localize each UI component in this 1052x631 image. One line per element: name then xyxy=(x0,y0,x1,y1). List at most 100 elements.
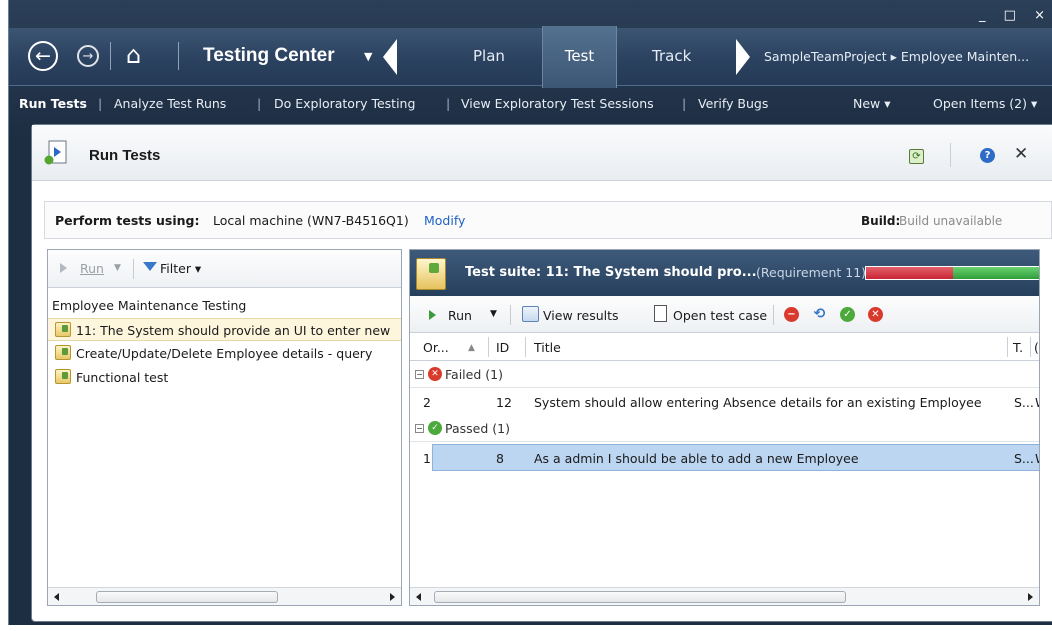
scroll-thumb[interactable] xyxy=(434,591,846,603)
reset-test-icon[interactable]: ⟲ xyxy=(812,307,827,322)
window-controls[interactable]: _ □ × xyxy=(979,8,1052,23)
subnav-analyze-test-runs[interactable]: Analyze Test Runs xyxy=(114,96,226,111)
view-results-icon[interactable] xyxy=(522,306,539,322)
toolbar-divider xyxy=(510,305,511,325)
testing-center-window: _ □ × ← → ⌂ Testing Center ▼ Plan Test T… xyxy=(8,0,1052,625)
tree-root[interactable]: Employee Maintenance Testing xyxy=(48,294,401,317)
run-dropdown-icon[interactable]: ▼ xyxy=(490,309,497,319)
right-toolbar: Run ▼ View results Open test case − ⟲ ✓ … xyxy=(410,296,1039,333)
subnav-view-exploratory-sessions[interactable]: View Exploratory Test Sessions xyxy=(461,96,654,111)
column-order[interactable]: Or... xyxy=(423,340,449,355)
filter-icon[interactable] xyxy=(143,262,157,271)
tab-track[interactable]: Track xyxy=(652,47,691,65)
query-suite-icon xyxy=(55,345,71,360)
app-dropdown-icon[interactable]: ▼ xyxy=(364,50,372,63)
cell-type: S... xyxy=(1014,395,1034,410)
subnav-verify-bugs[interactable]: Verify Bugs xyxy=(698,96,768,111)
run-tests-panel: Run Tests ⟳ ? ✕ Perform tests using: Loc… xyxy=(31,124,1052,622)
tree-item[interactable]: Functional test xyxy=(48,366,401,389)
subnav-do-exploratory-testing[interactable]: Do Exploratory Testing xyxy=(274,96,415,111)
failed-icon: ✕ xyxy=(428,367,442,381)
column-divider xyxy=(1030,337,1031,357)
table-row[interactable]: 2 12 System should allow entering Absenc… xyxy=(410,389,1039,416)
build-value: Build unavailable xyxy=(899,214,1003,228)
nav-right-arrow-icon[interactable] xyxy=(736,39,750,75)
new-menu[interactable]: New ▾ xyxy=(853,96,891,111)
scroll-left-icon[interactable] xyxy=(54,593,59,601)
view-results-button[interactable]: View results xyxy=(543,308,619,323)
build-label: Build: xyxy=(861,214,901,228)
cell-c: W xyxy=(1035,395,1039,410)
scroll-thumb[interactable] xyxy=(96,591,278,603)
app-name[interactable]: Testing Center xyxy=(203,45,335,67)
sub-navigation: Run Tests | Analyze Test Runs | Do Explo… xyxy=(9,87,1052,120)
right-horizontal-scrollbar[interactable] xyxy=(410,587,1039,605)
subnav-divider: | xyxy=(257,96,262,111)
cell-c: W xyxy=(1035,451,1039,466)
left-toolbar: Run ▼ Filter ▾ xyxy=(48,250,401,288)
open-test-case-button[interactable]: Open test case xyxy=(673,308,767,323)
pass-test-icon[interactable]: ✓ xyxy=(840,307,855,322)
tab-test[interactable]: Test xyxy=(542,26,617,88)
column-c[interactable]: ( xyxy=(1034,340,1039,355)
scroll-left-icon[interactable] xyxy=(416,593,421,601)
sort-asc-icon: ▲ xyxy=(468,343,475,353)
collapse-icon[interactable]: − xyxy=(415,424,424,433)
static-suite-icon xyxy=(55,369,71,384)
passed-progress xyxy=(953,267,1039,279)
grid-column-header: Or... ▲ ID Title T. ( xyxy=(410,334,1039,361)
environment-bar: Perform tests using: Local machine (WN7-… xyxy=(44,201,1052,239)
suite-requirement: (Requirement 11) xyxy=(756,265,867,280)
filter-button[interactable]: Filter ▾ xyxy=(160,261,201,276)
column-type[interactable]: T. xyxy=(1013,340,1023,355)
nav-left-arrow-icon[interactable] xyxy=(383,39,397,75)
project-breadcrumb[interactable]: SampleTeamProject ▸ Employee Mainten... xyxy=(764,49,1029,64)
open-items-menu[interactable]: Open Items (2) ▾ xyxy=(933,96,1037,111)
header-divider xyxy=(950,143,951,167)
cell-order: 2 xyxy=(423,395,431,410)
suite-header: Test suite: 11: The System should pro...… xyxy=(410,250,1039,296)
machine-name: Local machine (WN7-B4516Q1) xyxy=(213,213,409,228)
tree-item[interactable]: Create/Update/Delete Employee details - … xyxy=(48,342,401,365)
nav-divider xyxy=(178,42,179,70)
passed-icon: ✓ xyxy=(428,421,442,435)
home-icon[interactable]: ⌂ xyxy=(126,41,141,69)
scroll-right-icon[interactable] xyxy=(390,593,395,601)
suite-title: Test suite: 11: The System should pro... xyxy=(465,265,757,280)
group-passed[interactable]: − ✓ Passed (1) xyxy=(410,416,1039,442)
column-id[interactable]: ID xyxy=(496,340,509,355)
suite-progress-bar xyxy=(865,266,1039,280)
back-icon[interactable]: ← xyxy=(28,41,58,71)
collapse-icon[interactable]: − xyxy=(415,370,424,379)
left-horizontal-scrollbar[interactable] xyxy=(48,587,401,605)
run-play-icon[interactable] xyxy=(429,310,436,320)
subnav-run-tests[interactable]: Run Tests xyxy=(19,96,87,111)
scroll-right-icon[interactable] xyxy=(1028,593,1033,601)
close-icon[interactable]: ✕ xyxy=(1014,144,1028,164)
cell-id: 8 xyxy=(496,451,504,466)
tree-item[interactable]: 11: The System should provide an UI to e… xyxy=(48,318,401,341)
help-icon[interactable]: ? xyxy=(980,148,995,163)
tree-item-label: Create/Update/Delete Employee details - … xyxy=(76,346,373,361)
refresh-icon[interactable]: ⟳ xyxy=(909,149,924,164)
tab-plan[interactable]: Plan xyxy=(473,47,505,65)
table-row-selected[interactable]: 1 8 As a admin I should be able to add a… xyxy=(423,444,1039,471)
perform-tests-label: Perform tests using: xyxy=(55,213,200,228)
tree-item-label: 11: The System should provide an UI to e… xyxy=(76,323,391,338)
requirement-suite-icon xyxy=(55,322,71,337)
run-tests-icon xyxy=(44,140,67,165)
forward-icon[interactable]: → xyxy=(77,45,99,67)
test-list-pane: Test suite: 11: The System should pro...… xyxy=(409,249,1040,606)
column-title[interactable]: Title xyxy=(534,340,561,355)
open-test-case-icon[interactable] xyxy=(654,305,667,322)
column-divider xyxy=(488,337,489,357)
fail-test-icon[interactable]: ✕ xyxy=(868,307,883,322)
cell-title: As a admin I should be able to add a new… xyxy=(534,451,859,466)
modify-link[interactable]: Modify xyxy=(424,213,465,228)
group-failed[interactable]: − ✕ Failed (1) xyxy=(410,362,1039,388)
tree-root-label: Employee Maintenance Testing xyxy=(52,298,247,313)
block-test-icon[interactable]: − xyxy=(784,307,799,322)
run-button[interactable]: Run xyxy=(448,308,472,323)
cell-title: System should allow entering Absence det… xyxy=(534,395,982,410)
subnav-divider: | xyxy=(446,96,451,111)
